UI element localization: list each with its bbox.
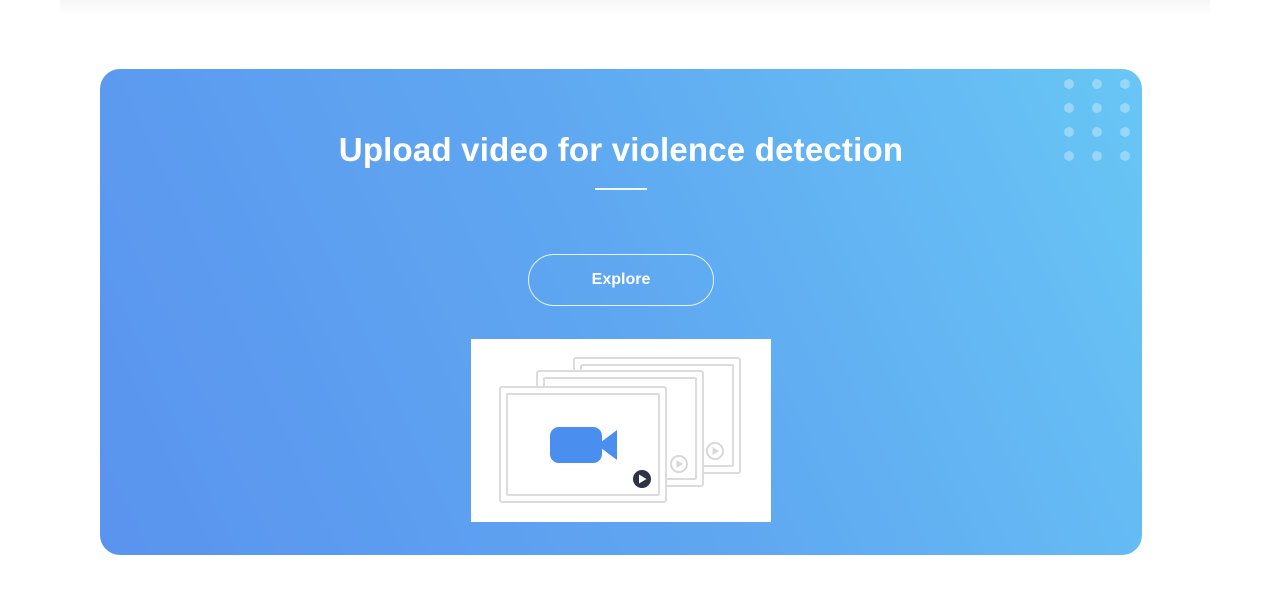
decorative-dot — [1064, 103, 1074, 113]
decorative-dot — [1092, 79, 1102, 89]
decorative-dot — [1064, 79, 1074, 89]
explore-button[interactable]: Explore — [528, 254, 714, 306]
decorative-dot — [1120, 79, 1130, 89]
page: Upload video for violence detection Expl… — [0, 0, 1270, 614]
video-upload-illustration[interactable] — [471, 339, 771, 522]
decorative-dot — [1092, 103, 1102, 113]
header-shadow — [60, 0, 1210, 14]
play-icon — [633, 470, 651, 488]
video-stack-illustration — [499, 357, 741, 503]
title-underline — [595, 188, 647, 190]
hero-title: Upload video for violence detection — [338, 131, 904, 168]
hero-card: Upload video for violence detection Expl… — [100, 69, 1142, 555]
decorative-dot — [1120, 103, 1130, 113]
